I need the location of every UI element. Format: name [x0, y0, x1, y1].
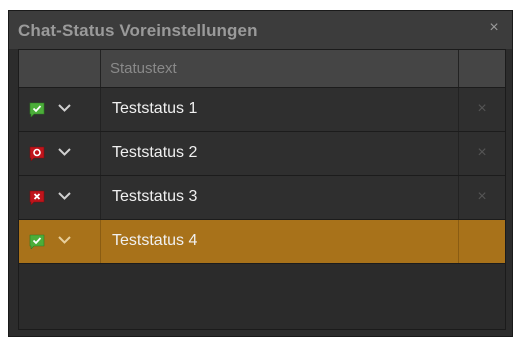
header-statustext-label: Statustext [110, 60, 177, 77]
status-table: Statustext Teststatus 1 × Teststatus 2 ×… [18, 49, 506, 330]
table-row-selected[interactable]: Teststatus 4 [19, 220, 505, 264]
chat-status-dialog: Chat-Status Voreinstellungen × Statustex… [8, 10, 513, 337]
status-text-cell[interactable]: Teststatus 2 [101, 132, 459, 175]
status-text: Teststatus 2 [112, 144, 198, 161]
status-text-cell[interactable]: Teststatus 4 [101, 220, 459, 263]
green-check-flag-icon[interactable] [29, 102, 45, 117]
chevron-down-icon[interactable] [57, 147, 72, 157]
status-icon-cell [19, 176, 101, 219]
delete-icon [474, 233, 490, 249]
status-icon-cell [19, 132, 101, 175]
green-check-flag-icon[interactable] [29, 234, 45, 249]
table-header: Statustext [19, 50, 505, 88]
status-icon-cell [19, 88, 101, 131]
status-text: Teststatus 3 [112, 188, 198, 205]
delete-icon[interactable]: × [474, 145, 490, 161]
chevron-down-icon[interactable] [57, 103, 72, 113]
status-text: Teststatus 1 [112, 100, 198, 117]
close-icon[interactable]: × [486, 20, 502, 36]
header-statustext-column[interactable]: Statustext [101, 50, 459, 87]
red-circle-flag-icon[interactable] [29, 146, 45, 161]
table-row[interactable]: Teststatus 3 × [19, 176, 505, 220]
chevron-down-icon[interactable] [57, 191, 72, 201]
status-text-cell[interactable]: Teststatus 1 [101, 88, 459, 131]
table-empty-area [19, 264, 505, 329]
table-row[interactable]: Teststatus 2 × [19, 132, 505, 176]
delete-icon[interactable]: × [474, 189, 490, 205]
status-text: Teststatus 4 [112, 232, 198, 249]
red-x-flag-icon[interactable] [29, 190, 45, 205]
delete-cell: × [459, 88, 505, 131]
dialog-titlebar[interactable]: Chat-Status Voreinstellungen × [9, 11, 512, 49]
status-text-cell[interactable]: Teststatus 3 [101, 176, 459, 219]
status-icon-cell [19, 220, 101, 263]
table-row[interactable]: Teststatus 1 × [19, 88, 505, 132]
chevron-down-icon[interactable] [57, 235, 72, 245]
header-icon-column [19, 50, 101, 87]
delete-icon[interactable]: × [474, 101, 490, 117]
delete-cell: × [459, 132, 505, 175]
delete-cell [459, 220, 505, 263]
dialog-title: Chat-Status Voreinstellungen [18, 21, 258, 40]
delete-cell: × [459, 176, 505, 219]
header-action-column [459, 50, 505, 87]
